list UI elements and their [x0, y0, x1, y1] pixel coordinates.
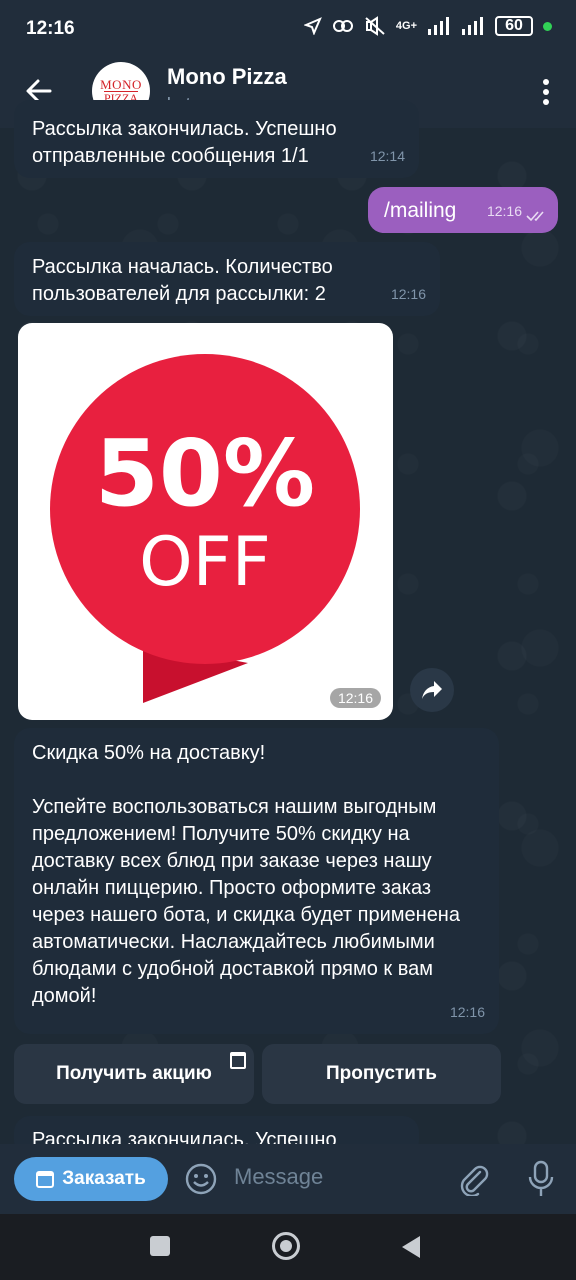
promo-title: Скидка 50% на доставку!	[32, 742, 266, 764]
status-bar: 12:16 4G+ 60	[0, 0, 576, 56]
message-text: /mailing	[384, 199, 457, 222]
status-time: 12:16	[26, 18, 75, 39]
back-button[interactable]	[402, 1236, 420, 1258]
emoji-icon[interactable]	[184, 1162, 218, 1196]
mute-icon	[365, 16, 385, 36]
order-label: Заказать	[62, 1168, 146, 1189]
promo-percent-text: 50%	[95, 420, 315, 527]
web-app-icon	[36, 1170, 55, 1188]
promo-message-bubble[interactable]: Скидка 50% на доставку! Успейте воспольз…	[14, 728, 499, 1034]
image-time: 12:16	[329, 688, 381, 708]
message-time: 12:14	[369, 148, 405, 164]
system-nav-bar	[0, 1214, 576, 1280]
privacy-dot-icon	[543, 21, 552, 31]
status-icons: 4G+ 60	[303, 16, 552, 36]
network-type: 4G+	[395, 20, 417, 32]
link-icon	[332, 20, 353, 32]
message-bubble[interactable]: Рассылка началась. Количество пользовате…	[14, 242, 440, 316]
chat-title[interactable]: Mono Pizza	[167, 64, 287, 90]
promo-image[interactable]: 50% OFF 12:16	[18, 323, 393, 720]
read-checks-icon	[526, 211, 544, 222]
web-app-icon	[230, 1052, 246, 1069]
location-icon	[303, 17, 322, 35]
signal-icon-2	[462, 17, 483, 35]
order-button[interactable]: Заказать	[14, 1157, 168, 1201]
promo-off-text: OFF	[139, 523, 271, 602]
message-time: 12:16	[390, 286, 426, 302]
skip-label: Пропустить	[326, 1063, 437, 1084]
share-arrow-icon	[422, 681, 442, 699]
message-input-bar: Заказать Message	[0, 1144, 576, 1214]
share-button[interactable]	[410, 668, 454, 712]
telegram-chat-screen: 12:16 4G+ 60 MONO PIZZA Mono Pizza bot Р…	[0, 0, 576, 1280]
signal-icon	[428, 17, 449, 35]
message-time: 12:16	[449, 1004, 485, 1020]
avatar-logo-top: MONO	[100, 77, 142, 92]
message-time: 12:16	[486, 203, 522, 219]
home-button[interactable]	[272, 1232, 300, 1260]
get-promo-button[interactable]: Получить акцию	[14, 1044, 254, 1104]
battery-icon: 60	[495, 16, 533, 36]
promo-body: Успейте воспользоваться нашим выгодным п…	[32, 796, 460, 1007]
more-options-icon[interactable]	[542, 78, 550, 106]
microphone-icon[interactable]	[526, 1160, 556, 1198]
promo-graphic: 50% OFF	[50, 354, 360, 703]
skip-button[interactable]: Пропустить	[262, 1044, 501, 1104]
message-bubble[interactable]: Рассылка закончилась. Успешно отправленн…	[14, 100, 419, 178]
message-text: Рассылка закончилась. Успешно отправленн…	[32, 118, 337, 167]
get-promo-label: Получить акцию	[56, 1063, 212, 1084]
message-text: Рассылка началась. Количество пользовате…	[32, 256, 333, 305]
attach-icon[interactable]	[456, 1162, 490, 1196]
outgoing-message-bubble[interactable]: /mailing 12:16	[368, 187, 558, 233]
recents-button[interactable]	[150, 1236, 170, 1256]
message-input[interactable]: Message	[234, 1164, 323, 1190]
